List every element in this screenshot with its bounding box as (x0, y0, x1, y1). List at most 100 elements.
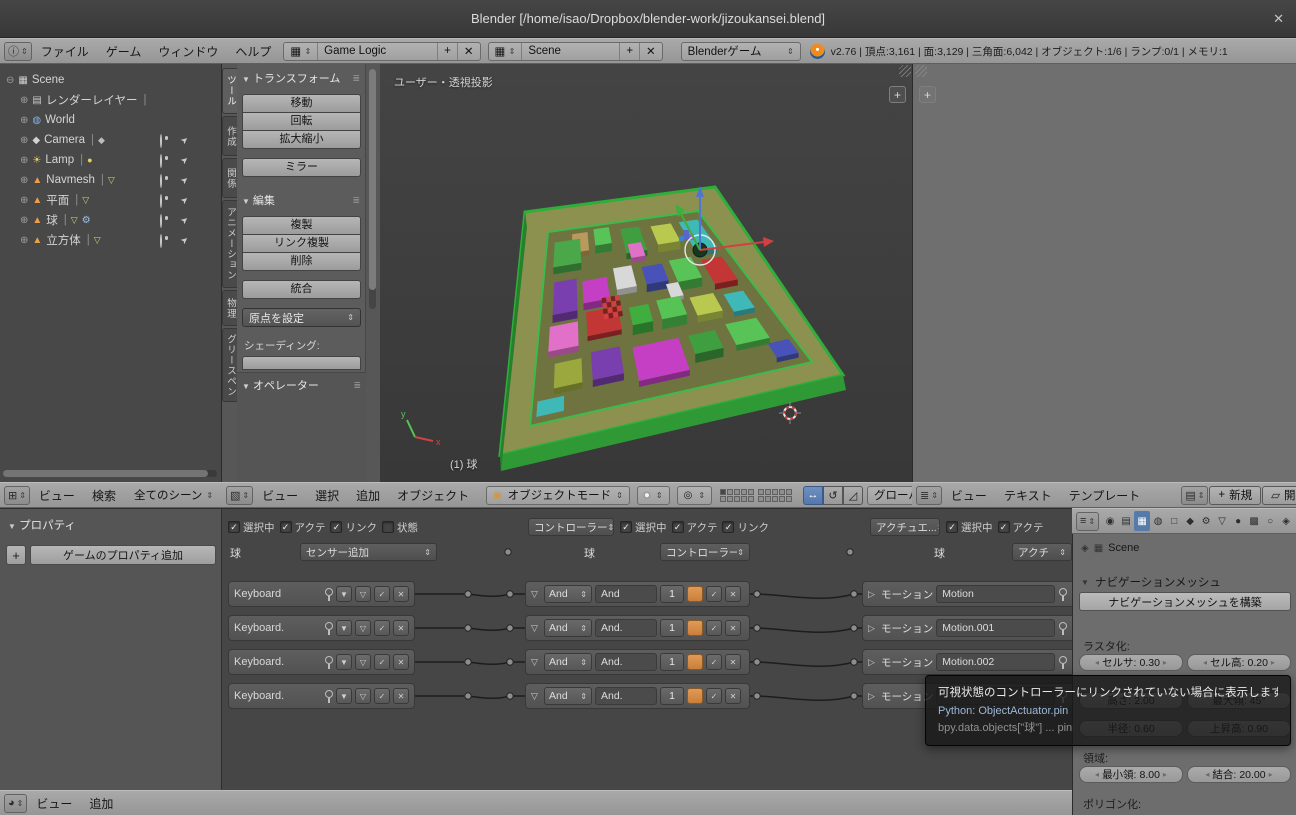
browse-text-button[interactable]: ▤⇕ (1181, 486, 1208, 505)
controller-type-filter-dropdown[interactable]: コントローラー⇕ (528, 518, 614, 536)
shelf-tab-animation[interactable]: アニメーション (222, 200, 237, 288)
properties-panel-header[interactable]: ▼ プロパティ (8, 517, 76, 533)
selectability-toggle-icon[interactable]: ➤ (178, 234, 191, 247)
region-corner-grip[interactable] (899, 65, 911, 77)
pin-icon[interactable] (324, 622, 333, 635)
actuator-block[interactable]: ▷ モーション Motion (862, 581, 1072, 607)
controller-active-check[interactable]: ✓ (706, 586, 722, 602)
tab-modifiers[interactable]: ⚙ (1198, 511, 1214, 531)
pin-icon[interactable] (1058, 622, 1067, 635)
delete-controller-button[interactable]: ✕ (725, 654, 741, 670)
controller-name[interactable]: And. (595, 653, 657, 671)
sensor-block[interactable]: Keyboard. ▼ ▽ ✓ ✕ (228, 615, 415, 641)
translate-button[interactable]: 移動 (242, 94, 361, 113)
shelf-tab-relations[interactable]: 関係 (222, 158, 237, 198)
set-origin-menu[interactable]: 原点を設定⇕ (242, 308, 361, 327)
pulse-true-button[interactable]: ▼ (336, 620, 352, 636)
pulse-false-button[interactable]: ▽ (355, 654, 371, 670)
tab-render-layers[interactable]: ▤ (1118, 511, 1134, 531)
sensor-block[interactable]: Keyboard ▼ ▽ ✓ ✕ (228, 581, 415, 607)
delete-sensor-button[interactable]: ✕ (393, 620, 409, 636)
controller-type-dropdown[interactable]: And⇕ (544, 653, 592, 671)
filter-checkbox[interactable]: ✓ (998, 521, 1010, 533)
join-button[interactable]: 統合 (242, 280, 361, 299)
visibility-toggle-eye-icon[interactable] (160, 155, 162, 167)
pin-icon[interactable]: ◈ (1081, 543, 1089, 554)
sensor-block[interactable]: Keyboard. ▼ ▽ ✓ ✕ (228, 649, 415, 675)
outliner-row-camera[interactable]: ⊕ ◆ Camera | ◆ ➤ (0, 130, 222, 150)
menu-help[interactable]: ヘルプ (227, 43, 279, 60)
state-pin-button[interactable] (687, 620, 703, 636)
expand-icon[interactable]: ⊕ (20, 175, 28, 186)
pin-icon[interactable] (324, 588, 333, 601)
delete-controller-button[interactable]: ✕ (725, 586, 741, 602)
visibility-toggle-eye-icon[interactable] (160, 195, 162, 207)
layers-widget[interactable] (720, 489, 792, 502)
visibility-toggle-eye-icon[interactable] (160, 215, 162, 227)
viewport-shading-dropdown[interactable]: ● ⇕ (637, 486, 670, 505)
pin-icon[interactable] (324, 690, 333, 703)
pulse-false-button[interactable]: ▽ (355, 620, 371, 636)
actuator-block[interactable]: ▷ モーション Motion.002 (862, 649, 1072, 675)
transform-panel-header[interactable]: ▼トランスフォーム ≣ (242, 70, 360, 86)
delete-button[interactable]: 削除 (242, 252, 361, 271)
build-navmesh-button[interactable]: ナビゲーションメッシュを構築 (1079, 592, 1291, 611)
actuator-type[interactable]: モーション (881, 587, 933, 602)
actuator-name[interactable]: Motion.002 (936, 653, 1055, 671)
open-text-button[interactable]: ▱開く (1262, 486, 1296, 505)
shelf-scrollbar[interactable] (369, 69, 376, 309)
menu-select[interactable]: 選択 (307, 487, 347, 504)
menu-view[interactable]: ビュー (28, 795, 80, 812)
shelf-tab-greasepencil[interactable]: グリースペン (222, 328, 237, 402)
editor-type-button[interactable]: ◕⇕ (4, 794, 27, 813)
pulse-true-button[interactable]: ▼ (336, 688, 352, 704)
outliner-row-world[interactable]: ⊕ ◍ World (0, 110, 222, 130)
menu-file[interactable]: ファイル (33, 43, 97, 60)
pulse-false-button[interactable]: ▽ (355, 688, 371, 704)
actuator-name[interactable]: Motion.001 (936, 619, 1055, 637)
tab-data[interactable]: ▽ (1214, 511, 1230, 531)
outliner-row-sphere[interactable]: ⊕ ▲ 球 | ▽ ⚙ ➤ (0, 210, 222, 230)
panel-drag-icon[interactable]: ≣ (352, 195, 360, 206)
controller-block[interactable]: ▽ And⇕ And 1 ✓ ✕ (525, 581, 750, 607)
add-property-plus-button[interactable]: + (6, 545, 26, 565)
delete-controller-button[interactable]: ✕ (725, 688, 741, 704)
expand-icon[interactable]: ⊕ (20, 155, 28, 166)
menu-templates[interactable]: テンプレート (1061, 487, 1149, 504)
menu-object[interactable]: オブジェクト (389, 487, 477, 504)
window-close-button[interactable]: ✕ (1273, 11, 1284, 27)
cell-height-field[interactable]: ◂ セル高: 0.20 ▸ (1187, 654, 1291, 671)
sensor-active-check[interactable]: ✓ (374, 654, 390, 670)
state-number[interactable]: 1 (660, 585, 684, 603)
delete-sensor-button[interactable]: ✕ (393, 586, 409, 602)
menu-game[interactable]: ゲーム (98, 43, 150, 60)
expand-icon[interactable]: ▷ (868, 657, 878, 668)
menu-text[interactable]: テキスト (996, 487, 1060, 504)
open-properties-region-button[interactable]: + (919, 86, 936, 103)
pulse-true-button[interactable]: ▼ (336, 654, 352, 670)
close-scene-button[interactable]: ✕ (640, 43, 662, 60)
sensor-name[interactable]: Keyboard. (234, 656, 321, 668)
close-screen-button[interactable]: ✕ (458, 43, 480, 60)
filter-checkbox[interactable]: ✓ (620, 521, 632, 533)
controller-type-dropdown[interactable]: And⇕ (544, 585, 592, 603)
expand-icon[interactable]: ▷ (868, 589, 878, 600)
add-controller-dropdown[interactable]: コントローラー追加⇕ (660, 543, 750, 561)
add-game-property-button[interactable]: ゲームのプロパティ追加 (30, 545, 216, 565)
outliner-display-mode-dropdown[interactable]: 全てのシーン⇕ (128, 486, 219, 505)
tab-scene[interactable]: ▦ (1134, 511, 1150, 531)
expand-icon[interactable]: ⊕ (20, 235, 28, 246)
filter-checkbox[interactable] (382, 521, 394, 533)
menu-view[interactable]: ビュー (31, 487, 83, 504)
state-pin-button[interactable] (687, 586, 703, 602)
visibility-toggle-eye-icon[interactable] (160, 175, 162, 187)
editor-type-button[interactable]: ⓘ⇕ (4, 42, 32, 61)
sensor-name[interactable]: Keyboard (234, 588, 321, 600)
add-scene-button[interactable]: + (620, 43, 640, 60)
controller-name[interactable]: And. (595, 619, 657, 637)
duplicate-button[interactable]: 複製 (242, 216, 361, 235)
menu-add[interactable]: 追加 (348, 487, 388, 504)
shelf-tab-physics[interactable]: 物理 (222, 290, 237, 326)
selectability-toggle-icon[interactable]: ➤ (178, 154, 191, 167)
controller-type-dropdown[interactable]: And⇕ (544, 687, 592, 705)
